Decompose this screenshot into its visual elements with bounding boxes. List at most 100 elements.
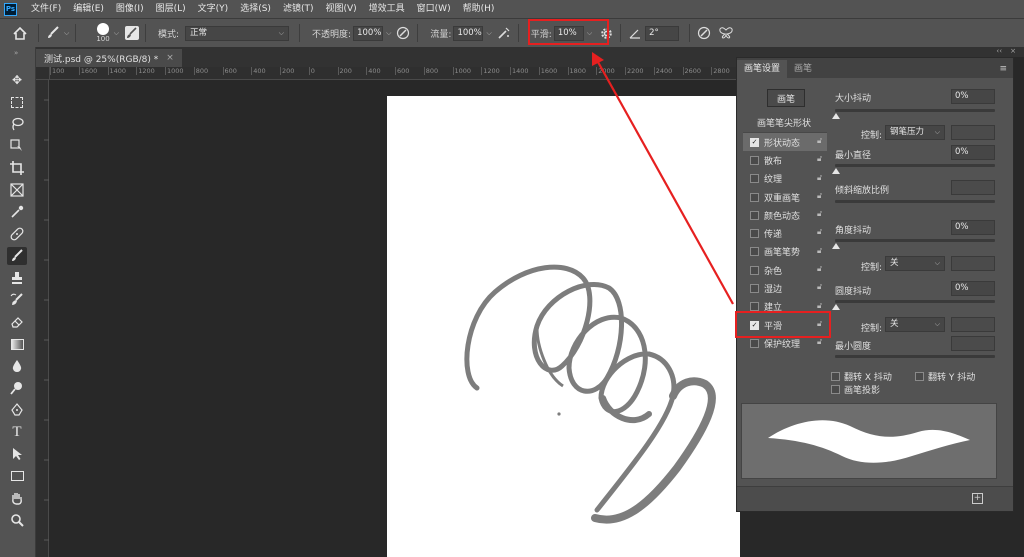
- photoshop-logo-icon[interactable]: Ps: [4, 2, 17, 16]
- dodge-tool-icon[interactable]: [7, 379, 27, 397]
- lock-icon[interactable]: 🔓︎: [817, 191, 825, 201]
- menu-edit[interactable]: 编辑(E): [67, 0, 110, 18]
- marquee-tool-icon[interactable]: [7, 93, 27, 111]
- flip-y-checkbox[interactable]: [915, 372, 924, 381]
- eyedropper-tool-icon[interactable]: [7, 203, 27, 221]
- flow-input[interactable]: 100%: [453, 25, 484, 41]
- menu-layer[interactable]: 图层(L): [150, 0, 192, 18]
- lock-icon[interactable]: 🔓︎: [817, 154, 825, 164]
- eraser-tool-icon[interactable]: [7, 313, 27, 331]
- collapse-tools-icon[interactable]: »: [14, 49, 18, 57]
- blur-tool-icon[interactable]: [7, 357, 27, 375]
- brush-preset-chevron-icon[interactable]: ⌵: [64, 29, 69, 38]
- pen-tool-icon[interactable]: [7, 401, 27, 419]
- build-up-checkbox[interactable]: [750, 302, 759, 312]
- lock-icon[interactable]: 🔓︎: [817, 301, 825, 311]
- ruler-origin[interactable]: [36, 67, 50, 80]
- lock-icon[interactable]: 🔓︎: [817, 246, 825, 256]
- document-tab[interactable]: 测试.psd @ 25%(RGB/8) * ×: [36, 49, 182, 67]
- menu-plugins[interactable]: 增效工具: [363, 0, 411, 18]
- texture-checkbox[interactable]: [750, 174, 759, 184]
- angle-jitter-input[interactable]: 0%: [951, 220, 995, 235]
- lock-icon[interactable]: 🔓︎: [817, 227, 825, 237]
- healing-brush-tool-icon[interactable]: [7, 225, 27, 243]
- tab-brushes[interactable]: 画笔: [787, 60, 819, 78]
- list-item-scattering[interactable]: 散布 🔓︎: [743, 151, 827, 169]
- brush-size-picker[interactable]: 100: [96, 23, 110, 43]
- list-item-color-dynamics[interactable]: 颜色动态 🔓︎: [743, 206, 827, 224]
- scattering-checkbox[interactable]: [750, 155, 759, 165]
- frame-tool-icon[interactable]: [7, 181, 27, 199]
- tab-brush-settings[interactable]: 画笔设置: [737, 60, 788, 78]
- noise-checkbox[interactable]: [750, 265, 759, 275]
- angle-jitter-slider[interactable]: [835, 239, 995, 242]
- list-item-noise[interactable]: 杂色 🔓︎: [743, 261, 827, 279]
- vertical-ruler[interactable]: [36, 80, 49, 557]
- close-panel-icon[interactable]: ×: [1010, 47, 1016, 55]
- lasso-tool-icon[interactable]: [7, 115, 27, 133]
- document-canvas[interactable]: [387, 96, 740, 557]
- lock-icon[interactable]: 🔓︎: [817, 264, 825, 274]
- protect-texture-checkbox[interactable]: [750, 338, 759, 348]
- brush-tip-shape-item[interactable]: 画笔笔尖形状: [743, 115, 827, 133]
- min-diameter-slider[interactable]: [835, 164, 995, 167]
- brush-tool-active-icon[interactable]: [7, 247, 27, 265]
- brushes-button[interactable]: 画笔: [767, 89, 805, 107]
- angle-control-dropdown[interactable]: 关 ⌵: [885, 256, 945, 271]
- pressure-size-icon[interactable]: [696, 25, 712, 41]
- min-diameter-slider-knob[interactable]: [832, 168, 840, 174]
- rectangle-tool-icon[interactable]: [7, 467, 27, 485]
- close-icon[interactable]: ×: [166, 53, 174, 63]
- brush-pose-checkbox[interactable]: [750, 247, 759, 257]
- collapse-panels-icon[interactable]: ‹‹: [996, 47, 1002, 55]
- roundness-jitter-slider-knob[interactable]: [832, 304, 840, 310]
- brush-settings-toggle-icon[interactable]: [125, 26, 139, 40]
- angle-input[interactable]: 2°: [645, 25, 680, 41]
- canvas-area[interactable]: [50, 80, 740, 557]
- size-jitter-slider[interactable]: [835, 109, 995, 112]
- color-dynamics-checkbox[interactable]: [750, 210, 759, 220]
- lock-icon[interactable]: 🔓︎: [817, 337, 825, 347]
- lock-icon[interactable]: 🔓︎: [817, 136, 825, 146]
- brush-projection-option[interactable]: 画笔投影: [831, 383, 880, 396]
- menu-file[interactable]: 文件(F): [25, 0, 67, 18]
- brush-size-chevron-icon[interactable]: ⌵: [114, 29, 119, 38]
- wet-edges-checkbox[interactable]: [750, 284, 759, 294]
- create-new-brush-icon[interactable]: +: [972, 493, 983, 504]
- gradient-tool-icon[interactable]: [7, 335, 27, 353]
- object-select-tool-icon[interactable]: [7, 137, 27, 155]
- crop-tool-icon[interactable]: [7, 159, 27, 177]
- flip-x-checkbox[interactable]: [831, 372, 840, 381]
- path-selection-tool-icon[interactable]: [7, 445, 27, 463]
- symmetry-butterfly-icon[interactable]: [718, 25, 734, 41]
- roundness-jitter-slider[interactable]: [835, 300, 995, 303]
- airbrush-icon[interactable]: [496, 25, 512, 41]
- list-item-shape-dynamics[interactable]: ✓ 形状动态 🔓︎: [743, 133, 827, 152]
- flip-y-jitter-option[interactable]: 翻转 Y 抖动: [915, 370, 975, 383]
- brush-tool-icon[interactable]: [45, 25, 61, 41]
- list-item-wet-edges[interactable]: 湿边 🔓︎: [743, 279, 827, 297]
- panel-menu-icon[interactable]: ≡: [999, 64, 1007, 74]
- history-brush-tool-icon[interactable]: [7, 291, 27, 309]
- opacity-input[interactable]: 100%: [353, 25, 384, 41]
- lock-icon[interactable]: 🔓︎: [817, 282, 825, 292]
- lock-icon[interactable]: 🔓︎: [817, 209, 825, 219]
- type-tool-icon[interactable]: T: [7, 423, 27, 441]
- flip-x-jitter-option[interactable]: 翻转 X 抖动: [831, 370, 892, 383]
- clone-stamp-tool-icon[interactable]: [7, 269, 27, 287]
- shape-dynamics-checkbox[interactable]: ✓: [750, 137, 759, 147]
- flow-chevron-icon[interactable]: ⌵: [486, 29, 491, 38]
- dual-brush-checkbox[interactable]: [750, 192, 759, 202]
- opacity-chevron-icon[interactable]: ⌵: [386, 29, 391, 38]
- menu-window[interactable]: 窗口(W): [411, 0, 457, 18]
- pressure-opacity-icon[interactable]: [395, 25, 411, 41]
- horizontal-ruler[interactable]: 100 1600 1400 1200 1000 800 600 400 200 0 200 400 60…: [50, 67, 740, 80]
- mode-dropdown[interactable]: 正常 ⌵: [185, 25, 290, 41]
- size-control-dropdown[interactable]: 钢笔压力 ⌵: [885, 125, 945, 140]
- menu-type[interactable]: 文字(Y): [192, 0, 235, 18]
- list-item-brush-pose[interactable]: 画笔笔势 🔓︎: [743, 243, 827, 261]
- list-item-dual-brush[interactable]: 双重画笔 🔓︎: [743, 188, 827, 206]
- list-item-transfer[interactable]: 传递 🔓︎: [743, 224, 827, 242]
- menu-view[interactable]: 视图(V): [319, 0, 362, 18]
- min-diameter-input[interactable]: 0%: [951, 145, 995, 160]
